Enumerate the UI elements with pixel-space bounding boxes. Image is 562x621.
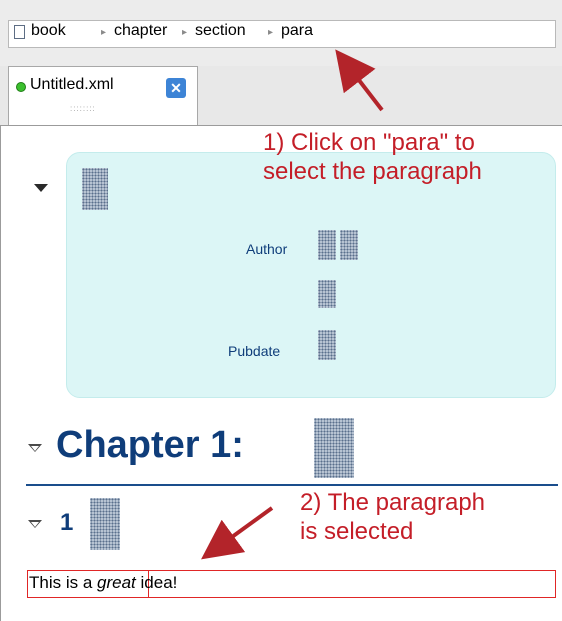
annotation-arrows [201, 49, 384, 560]
arrow-to-para-crumb [335, 49, 384, 112]
arrow-to-paragraph [201, 506, 274, 560]
